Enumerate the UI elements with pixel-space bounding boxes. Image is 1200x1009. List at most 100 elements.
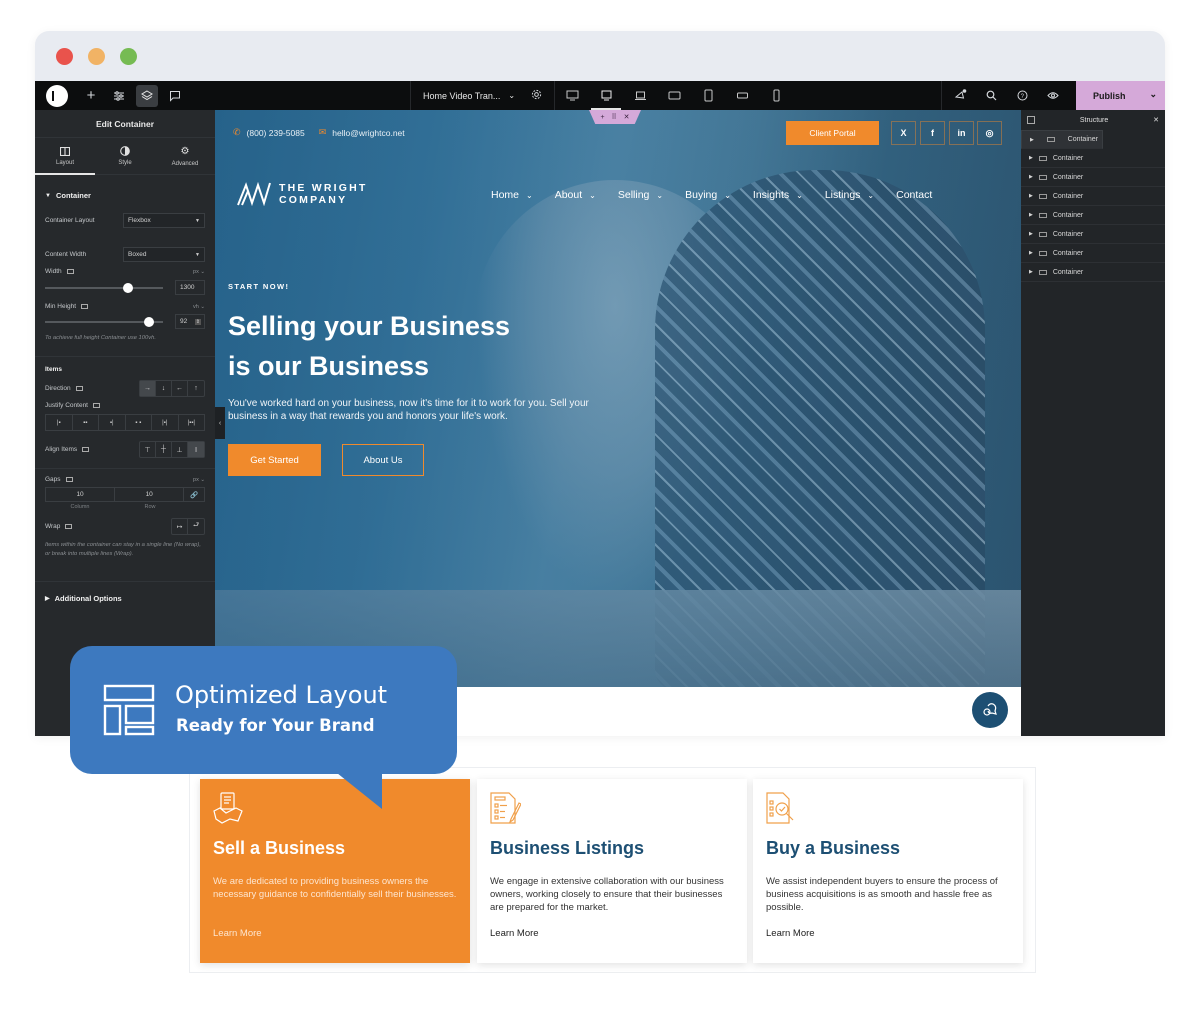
device-laptop[interactable] bbox=[623, 81, 657, 110]
expand-caret-icon[interactable]: ▶ bbox=[1029, 212, 1033, 218]
wrap-button[interactable]: ⮐ bbox=[188, 519, 204, 534]
justify-center-button[interactable]: ▪▪ bbox=[73, 415, 99, 431]
gap-column-input[interactable]: 10 bbox=[46, 488, 116, 502]
expand-caret-icon[interactable]: ▶ bbox=[1029, 269, 1033, 275]
delete-container-icon[interactable]: ✕ bbox=[624, 113, 630, 121]
responsive-desktop-icon[interactable] bbox=[93, 403, 100, 409]
get-started-button[interactable]: Get Started bbox=[228, 444, 321, 476]
linkedin-icon[interactable]: in bbox=[949, 121, 974, 145]
container-layout-select[interactable]: Flexbox ▼ bbox=[123, 213, 205, 228]
publish-options-chevron-icon[interactable]: ⌄ bbox=[1149, 89, 1157, 100]
align-center-button[interactable]: ┼ bbox=[156, 442, 172, 458]
min-height-input[interactable]: 92 ⇕ bbox=[175, 314, 205, 329]
gap-row-input[interactable]: 10 bbox=[115, 488, 185, 502]
collapse-structure-icon[interactable] bbox=[1027, 116, 1035, 124]
width-slider-handle[interactable] bbox=[122, 282, 133, 293]
device-desktop-wide[interactable] bbox=[555, 81, 589, 110]
justify-space-evenly-button[interactable]: |▪▪| bbox=[179, 415, 205, 430]
additional-options-toggle[interactable]: ▶ Additional Options bbox=[35, 594, 215, 603]
preview-eye-icon[interactable] bbox=[1042, 85, 1064, 107]
structure-item[interactable]: ▶ Container bbox=[1021, 225, 1165, 244]
justify-start-button[interactable]: |▪ bbox=[46, 415, 73, 431]
close-icon[interactable]: ✕ bbox=[1153, 116, 1159, 124]
justify-space-between-button[interactable]: ▪ ▪ bbox=[126, 415, 152, 431]
nav-buying[interactable]: Buying ⌄ bbox=[685, 189, 731, 201]
learn-more-link[interactable]: Learn More bbox=[213, 928, 262, 939]
expand-caret-icon[interactable]: ▶ bbox=[1029, 155, 1033, 161]
direction-row-button[interactable]: → bbox=[140, 381, 156, 397]
nav-home[interactable]: Home ⌄ bbox=[491, 189, 533, 201]
justify-end-button[interactable]: ▪| bbox=[99, 415, 126, 431]
justify-space-around-button[interactable]: |▪| bbox=[152, 415, 179, 431]
structure-item[interactable]: ▶ Container bbox=[1021, 187, 1165, 206]
direction-row-reverse-button[interactable]: ← bbox=[172, 381, 188, 397]
facebook-icon[interactable]: f bbox=[920, 121, 945, 145]
min-height-slider-handle[interactable] bbox=[144, 316, 155, 327]
tab-layout[interactable]: Layout bbox=[35, 138, 95, 175]
phone-link[interactable]: (800) 239-5085 bbox=[247, 128, 305, 138]
maximize-dot[interactable] bbox=[120, 48, 137, 65]
whats-new-icon[interactable] bbox=[949, 85, 971, 107]
elementor-logo-icon[interactable] bbox=[46, 84, 68, 107]
email-link[interactable]: hello@wrightco.net bbox=[332, 128, 404, 138]
min-height-unit-select[interactable]: vh ⌄ bbox=[193, 304, 205, 310]
responsive-desktop-icon[interactable] bbox=[81, 303, 89, 309]
tab-advanced[interactable]: ⚙ Advanced bbox=[155, 138, 215, 174]
content-width-select[interactable]: Boxed ▼ bbox=[123, 247, 205, 262]
structure-item[interactable]: ▶ Container bbox=[1021, 130, 1103, 149]
direction-column-reverse-button[interactable]: ↑ bbox=[188, 381, 204, 396]
gaps-unit-select[interactable]: px ⌄ bbox=[193, 477, 205, 483]
nav-about[interactable]: About ⌄ bbox=[555, 189, 596, 201]
structure-item[interactable]: ▶ Container bbox=[1021, 149, 1165, 168]
expand-caret-icon[interactable]: ▶ bbox=[1029, 231, 1033, 237]
structure-item[interactable]: ▶ Container bbox=[1021, 168, 1165, 187]
responsive-desktop-icon[interactable] bbox=[82, 447, 90, 453]
expand-caret-icon[interactable]: ▶ bbox=[1030, 137, 1034, 143]
responsive-desktop-icon[interactable] bbox=[66, 268, 74, 274]
structure-item[interactable]: ▶ Container bbox=[1021, 263, 1165, 282]
chat-widget-button[interactable] bbox=[972, 692, 1008, 728]
stepper-icon[interactable]: ⇕ bbox=[194, 318, 201, 325]
responsive-desktop-icon[interactable] bbox=[75, 386, 83, 392]
responsive-desktop-icon[interactable] bbox=[65, 524, 73, 530]
responsive-desktop-icon[interactable] bbox=[65, 477, 73, 483]
add-container-icon[interactable]: + bbox=[600, 114, 604, 121]
add-element-icon[interactable]: + bbox=[80, 85, 102, 107]
nav-listings[interactable]: Listings ⌄ bbox=[825, 189, 874, 201]
expand-caret-icon[interactable]: ▶ bbox=[1029, 174, 1033, 180]
drag-handle-icon[interactable]: ⠿ bbox=[612, 113, 617, 121]
instagram-icon[interactable]: ◎ bbox=[977, 121, 1002, 145]
nav-contact[interactable]: Contact bbox=[896, 189, 932, 201]
direction-column-button[interactable]: ↓ bbox=[156, 381, 172, 397]
device-mobile[interactable] bbox=[759, 81, 793, 110]
align-start-button[interactable]: ⊤ bbox=[140, 442, 156, 458]
align-end-button[interactable]: ⊥ bbox=[172, 442, 188, 458]
search-icon[interactable] bbox=[980, 85, 1002, 107]
section-container-toggle[interactable]: ▼ Container bbox=[35, 191, 215, 200]
structure-item[interactable]: ▶ Container bbox=[1021, 244, 1165, 263]
help-icon[interactable]: ? bbox=[1011, 85, 1033, 107]
site-logo[interactable]: THE WRIGHT COMPANY bbox=[237, 182, 368, 207]
width-unit-select[interactable]: px ⌄ bbox=[193, 269, 205, 275]
nav-selling[interactable]: Selling ⌄ bbox=[618, 189, 663, 201]
link-values-icon[interactable]: 🔗 bbox=[184, 488, 204, 501]
close-dot[interactable] bbox=[56, 48, 73, 65]
site-settings-icon[interactable] bbox=[108, 85, 130, 107]
tab-style[interactable]: Style bbox=[95, 138, 155, 174]
comments-icon[interactable] bbox=[164, 85, 186, 107]
no-wrap-button[interactable]: ↦ bbox=[172, 519, 188, 535]
collapse-panel-button[interactable]: ‹ bbox=[215, 407, 225, 439]
device-tablet[interactable] bbox=[691, 81, 725, 110]
minimize-dot[interactable] bbox=[88, 48, 105, 65]
about-us-button[interactable]: About Us bbox=[342, 444, 424, 476]
learn-more-link[interactable]: Learn More bbox=[766, 928, 815, 939]
learn-more-link[interactable]: Learn More bbox=[490, 928, 539, 939]
page-selector[interactable]: Home Video Tran... ⌄ bbox=[411, 89, 554, 102]
min-height-slider[interactable] bbox=[45, 316, 163, 327]
device-tablet-landscape[interactable] bbox=[657, 81, 691, 110]
x-twitter-icon[interactable]: X bbox=[891, 121, 916, 145]
device-mobile-landscape[interactable] bbox=[725, 81, 759, 110]
width-input[interactable]: 1300 bbox=[175, 280, 205, 295]
nav-insights[interactable]: Insights ⌄ bbox=[753, 189, 803, 201]
preview-canvas[interactable]: + ⠿ ✕ ✆ (800) 239-5085 ✉ hello@wrightco.… bbox=[215, 110, 1021, 687]
